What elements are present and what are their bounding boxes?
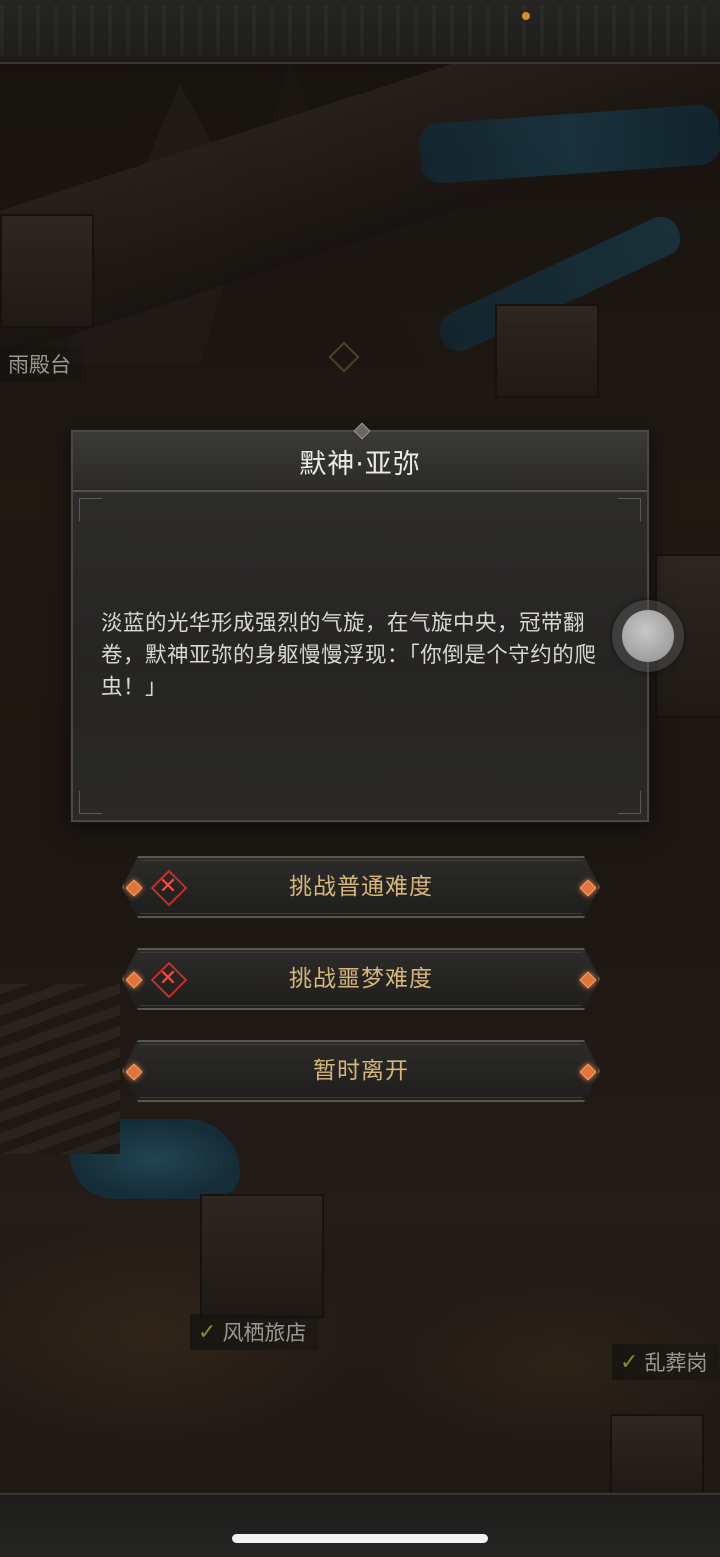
option-label: 挑战普通难度 — [289, 874, 433, 900]
dialog-body-text: 淡蓝的光华形成强烈的气旋，在气旋中央，冠带翻卷，默神亚弥的身躯慢慢浮现：「你倒是… — [101, 611, 597, 700]
floating-assistive-button[interactable] — [612, 600, 684, 672]
challenge-normal-button[interactable]: ✕ 挑战普通难度 — [114, 856, 608, 918]
map-label-temple[interactable]: 雨殿台 — [0, 346, 83, 382]
leave-button[interactable]: 暂时离开 — [114, 1040, 608, 1102]
map-label-text: 雨殿台 — [8, 353, 71, 377]
map-label-text: 风栖旅店 — [222, 1321, 307, 1345]
option-label: 暂时离开 — [313, 1058, 409, 1084]
corner-ornament — [618, 498, 641, 521]
dialog-title: 默神·亚弥 — [299, 448, 421, 480]
challenge-nightmare-button[interactable]: ✕ 挑战噩梦难度 — [114, 948, 608, 1010]
corner-ornament — [618, 791, 641, 814]
corner-ornament — [79, 498, 102, 521]
status-dot-icon — [522, 12, 530, 20]
event-dialog: 默神·亚弥 淡蓝的光华形成强烈的气旋，在气旋中央，冠带翻卷，默神亚弥的身躯慢慢浮… — [71, 422, 649, 822]
dialog-header: 默神·亚弥 — [73, 422, 647, 492]
home-indicator[interactable] — [232, 1534, 488, 1543]
check-icon: ✓ — [620, 1349, 639, 1375]
map-label-text: 乱葬岗 — [644, 1351, 708, 1375]
corner-ornament — [79, 791, 102, 814]
option-label: 挑战噩梦难度 — [289, 966, 433, 992]
map-label-inn[interactable]: ✓ 风栖旅店 — [190, 1314, 319, 1350]
bottom-frame-bar — [0, 1493, 720, 1557]
check-icon: ✓ — [198, 1319, 217, 1345]
top-frame-bar — [0, 0, 720, 64]
map-label-graveyard[interactable]: ✓ 乱葬岗 — [612, 1344, 720, 1380]
